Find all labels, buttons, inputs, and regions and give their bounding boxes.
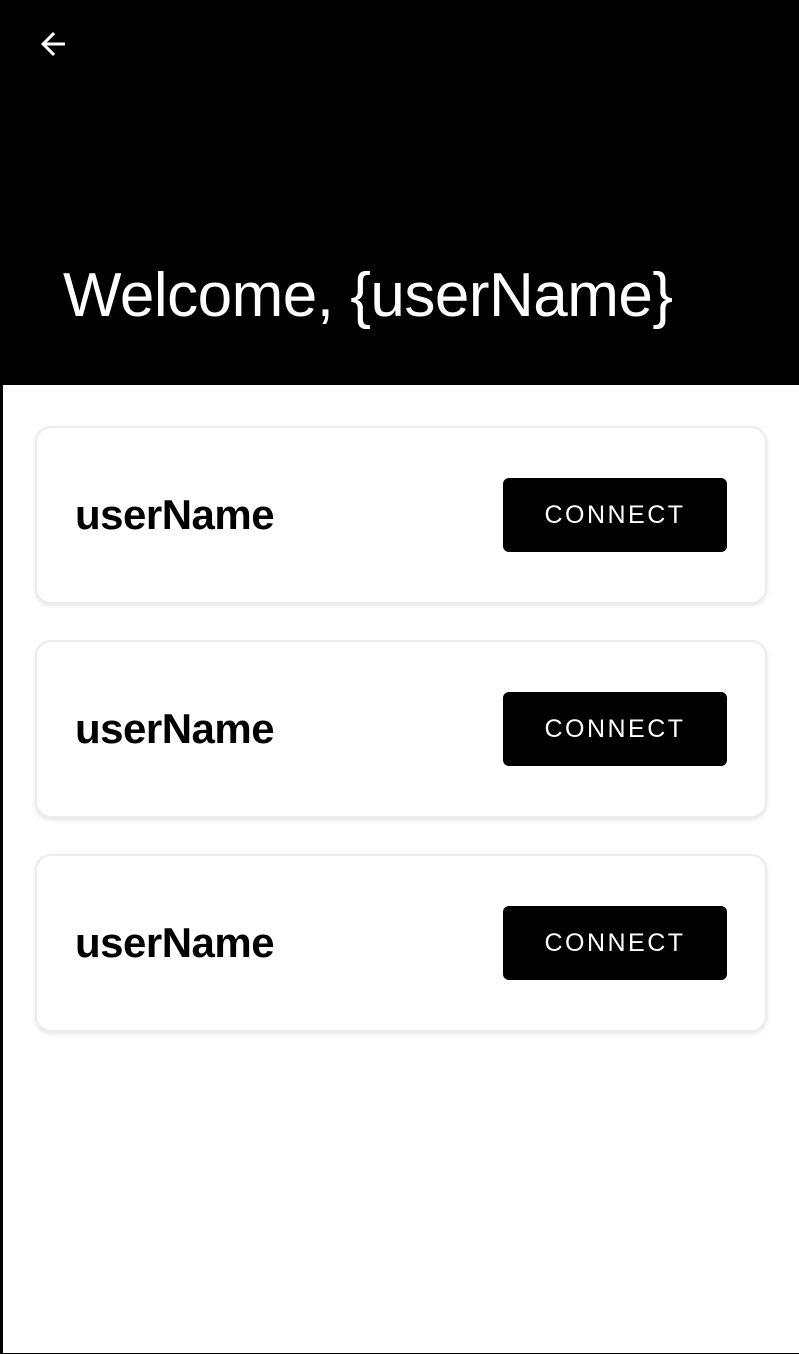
user-card: userName CONNECT: [35, 426, 767, 604]
user-card: userName CONNECT: [35, 854, 767, 1032]
connect-button[interactable]: CONNECT: [503, 906, 727, 980]
user-list: userName CONNECT userName CONNECT userNa…: [35, 426, 767, 1032]
user-name: userName: [75, 705, 275, 752]
user-name: userName: [75, 919, 275, 966]
page-title: Welcome, {userName}: [63, 261, 673, 330]
app-bar: Welcome, {userName}: [3, 0, 799, 385]
connect-button[interactable]: CONNECT: [503, 478, 727, 552]
arrow-left-icon: [35, 26, 71, 62]
user-card: userName CONNECT: [35, 640, 767, 818]
screen: Welcome, {userName} userName CONNECT use…: [0, 0, 799, 1354]
user-name: userName: [75, 491, 275, 538]
back-button[interactable]: [23, 20, 83, 68]
connect-button[interactable]: CONNECT: [503, 692, 727, 766]
